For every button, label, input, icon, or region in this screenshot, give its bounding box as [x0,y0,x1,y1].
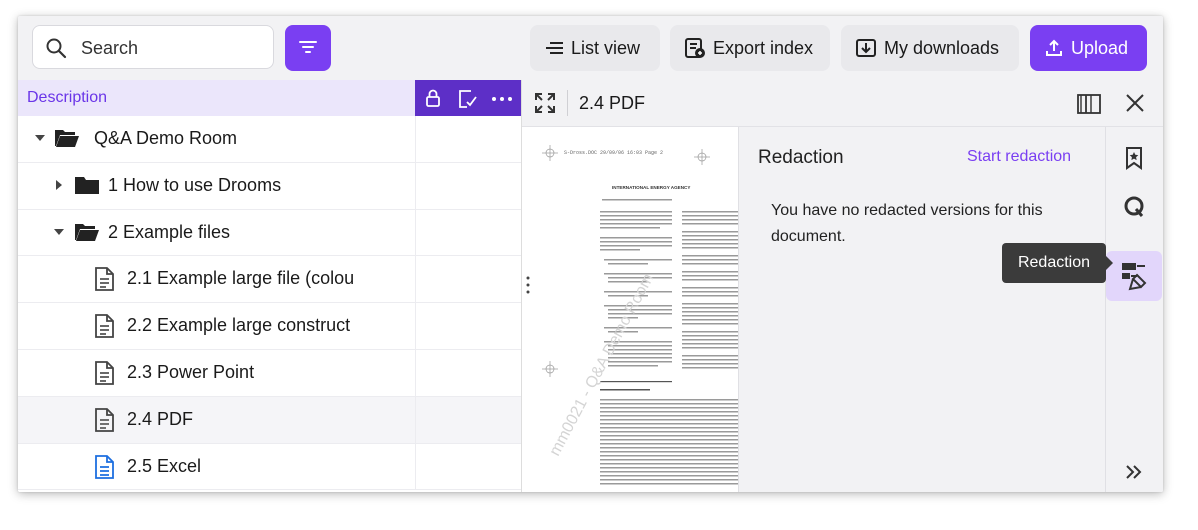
column-divider [415,209,416,256]
chevron-right-icon[interactable] [54,179,64,191]
upload-label: Upload [1071,37,1129,58]
resize-handle [526,276,530,294]
pdf-watermark: mm0021 - Q&A Demo Room [547,271,658,459]
split-view-icon[interactable] [1077,93,1101,115]
viewer-file-name: 2.4 PDF [579,93,646,113]
column-divider [415,443,416,490]
double-chevron-right-icon [1126,465,1142,479]
redaction-title: Redaction [758,147,844,168]
bookmark-button[interactable] [1106,133,1162,183]
folder-open-icon [55,130,79,147]
column-header: Description [18,80,521,116]
folder-icon [75,176,99,194]
tree-row-room[interactable]: Q&A Demo Room [18,116,521,163]
filter-button[interactable] [285,25,331,71]
column-divider [415,162,416,209]
search-icon [46,38,67,59]
pdf-page-content: S-Dross.DOC 29/09/06 16:03 Page 2 INTERN… [526,145,738,485]
tree-row-label: 1 How to use Drooms [108,174,282,195]
start-redaction-link[interactable]: Start redaction [967,148,1071,166]
tree-row-label: 2.4 PDF [127,408,194,429]
viewer-header: 2.4 PDF [522,80,1163,127]
q-and-a-icon [1124,196,1144,217]
list-icon [546,42,563,54]
redaction-button[interactable] [1106,251,1162,301]
tree-row-label: 2.2 Example large construct [127,315,351,336]
document-icon [95,267,114,292]
upload-icon [1046,39,1062,56]
expand-icon[interactable] [534,92,556,114]
tree-row-file[interactable]: 2.5 Excel [18,443,521,491]
tree-row-label: 2 Example files [108,221,231,242]
bookmark-icon [1126,147,1142,170]
tree-row-folder[interactable]: 2 Example files [18,209,521,257]
app-window: List view Export index My downloads Uplo… [18,16,1163,492]
my-downloads-label: My downloads [884,37,1000,58]
pdf-page-preview[interactable]: S-Dross.DOC 29/09/06 16:03 Page 2 INTERN… [522,127,738,492]
filter-icon [299,41,317,53]
collapse-panel-button[interactable] [1106,455,1162,492]
document-icon [95,407,114,432]
tree-row-label: Q&A Demo Room [94,128,238,148]
tree-row-file-selected[interactable]: 2.4 PDF [18,396,521,444]
search-input[interactable] [79,32,263,64]
chevron-down-icon[interactable] [53,227,65,237]
download-icon [856,39,876,57]
list-view-label: List view [571,37,641,58]
file-tree-panel: Description Q&A Demo Room 1 How to use D… [18,80,521,492]
divider [567,90,568,116]
export-index-icon [685,38,705,58]
redaction-panel: Redaction Start redaction You have no re… [738,127,1106,492]
column-divider [415,349,416,396]
tree-row-folder[interactable]: 1 How to use Drooms [18,162,521,210]
side-rail [1105,127,1163,492]
redaction-icon [1122,263,1147,291]
close-icon[interactable] [1125,93,1145,113]
document-icon [95,314,114,339]
excel-document-icon [95,454,114,479]
tree-row-file[interactable]: 2.2 Example large construct [18,303,521,350]
list-view-button[interactable]: List view [530,25,660,71]
tree-row-file[interactable]: 2.1 Example large file (colou [18,256,521,304]
description-column-label[interactable]: Description [27,89,107,107]
export-index-button[interactable]: Export index [670,25,830,71]
document-icon [95,361,114,385]
my-downloads-button[interactable]: My downloads [841,25,1019,71]
redaction-tooltip: Redaction [1002,243,1113,283]
folder-open-icon [75,223,99,241]
toolbar: List view Export index My downloads Uplo… [18,16,1163,80]
column-divider [415,116,416,162]
lock-icon[interactable] [423,88,443,108]
tree-row-label: 2.5 Excel [127,455,202,476]
chevron-down-icon[interactable] [34,133,46,143]
column-divider [415,303,416,349]
document-viewer: 2.4 PDF S-Dross.DOC 29/09/06 16:03 Page … [521,80,1163,492]
tree-row-label: 2.3 Power Point [127,361,255,382]
column-divider [415,396,416,443]
more-icon[interactable] [491,96,513,102]
checklist-icon[interactable] [456,88,478,110]
tree-row-file[interactable]: 2.3 Power Point [18,349,521,397]
export-index-label: Export index [713,37,814,58]
tree-row-label: 2.1 Example large file (colou [127,268,355,289]
qa-button[interactable] [1106,183,1162,233]
column-divider [415,256,416,303]
tree-rows: Q&A Demo Room 1 How to use Drooms 2 Exam… [18,116,521,491]
bulk-actions-bar [415,80,521,116]
pdf-org-name: INTERNATIONAL ENERGY AGENCY [612,185,690,190]
upload-button[interactable]: Upload [1030,25,1147,71]
search-box[interactable] [32,25,274,69]
pdf-header-line: S-Dross.DOC 29/09/06 16:03 Page 2 [564,150,663,156]
